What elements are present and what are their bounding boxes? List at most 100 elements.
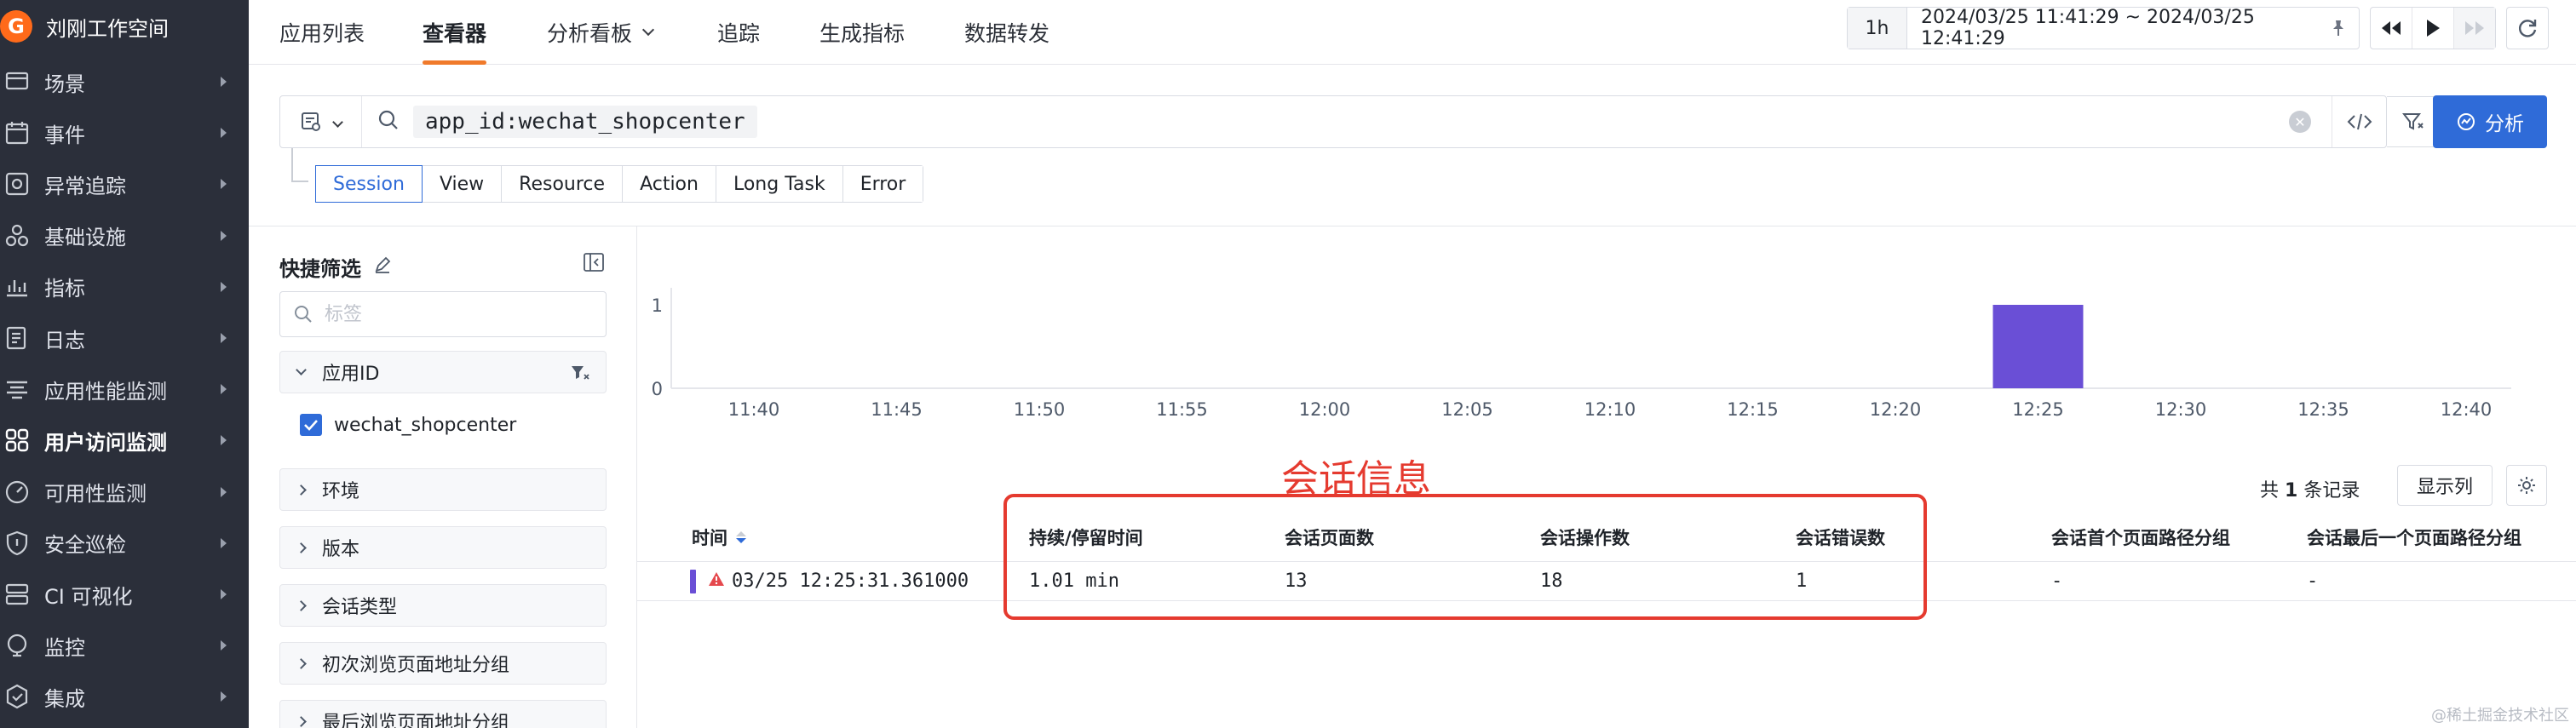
tab-app-list[interactable]: 应用列表 (279, 0, 365, 65)
facet-app-id[interactable]: 应用ID (279, 351, 607, 393)
checkbox-checked[interactable] (300, 414, 322, 436)
workspace-switcher[interactable]: G 刘刚工作空间 (0, 0, 249, 53)
search-icon (294, 305, 313, 324)
code-mode-button[interactable] (2332, 96, 2386, 147)
explorer-main: 0 1 11:40 11:45 11:50 11:55 12:00 12:05 12:10 12:… (637, 226, 2576, 728)
sidebar-item-label: 异常追踪 (44, 174, 126, 198)
sidebar-item-label: 监控 (44, 635, 85, 660)
sidebar-item-label: 集成 (44, 686, 85, 711)
data-type-tabs: Session View Resource Action Long Task E… (315, 165, 924, 203)
facet-environment[interactable]: 环境 (279, 468, 607, 511)
record-count: 共 1 条记录 (2260, 480, 2360, 502)
type-tab-session[interactable]: Session (315, 165, 423, 203)
ci-icon (3, 581, 31, 608)
sidebar-item-label: 可用性监测 (44, 482, 147, 507)
facet-option-app-id[interactable]: wechat_shopcenter (300, 414, 516, 436)
clear-filter-icon[interactable] (570, 364, 590, 387)
search-icon (377, 109, 400, 135)
clear-icon[interactable]: ✕ (2289, 111, 2311, 133)
type-tab-action[interactable]: Action (623, 166, 716, 202)
check-icon (304, 420, 318, 431)
sidebar-item-monitor[interactable]: 监控 (0, 620, 249, 671)
x-tick-label: 12:00 (1299, 399, 1351, 420)
sort-icon[interactable] (736, 530, 746, 543)
type-tab-error[interactable]: Error (842, 166, 923, 202)
sidebar-item-apm[interactable]: 应用性能监测 (0, 364, 249, 415)
metric-icon (3, 273, 31, 301)
facet-last-page-group[interactable]: 最后浏览页面地址分组 (279, 700, 607, 728)
column-header-first-page-group[interactable]: 会话首个页面路径分组 (2051, 513, 2230, 561)
settings-button[interactable] (2506, 465, 2547, 506)
chevron-right-icon (221, 640, 227, 651)
tab-data-forwarding[interactable]: 数据转发 (964, 0, 1049, 65)
x-tick-label: 12:15 (1727, 399, 1779, 420)
sidebar-item-dial[interactable]: 可用性监测 (0, 467, 249, 518)
collapse-panel-icon[interactable] (583, 252, 605, 276)
column-header-time[interactable]: 时间 (692, 513, 746, 561)
facet-first-page-group[interactable]: 初次浏览页面地址分组 (279, 642, 607, 685)
time-range-text: 2024/03/25 11:41:29 ~ 2024/03/25 12:41:2… (1921, 7, 2255, 49)
refresh-icon (2518, 20, 2537, 37)
sidebar-item-log[interactable]: 日志 (0, 312, 249, 364)
refresh-button[interactable] (2506, 7, 2549, 49)
tab-tracing[interactable]: 追踪 (717, 0, 760, 65)
column-header-last-page-group[interactable]: 会话最后一个页面路径分组 (2307, 513, 2521, 561)
chevron-right-icon (296, 715, 307, 727)
chevron-right-icon (221, 230, 227, 241)
x-tick-label: 11:50 (1014, 399, 1066, 420)
chevron-down-icon (296, 364, 307, 375)
edit-icon[interactable] (373, 255, 392, 279)
type-tab-long-task[interactable]: Long Task (716, 166, 843, 202)
query-mode-selector[interactable] (280, 96, 362, 147)
sidebar-item-cluster[interactable]: 基础设施 (0, 210, 249, 261)
chevron-right-icon (221, 77, 227, 87)
sidebar-item-metric[interactable]: 指标 (0, 261, 249, 312)
workspace-name: 刘刚工作空间 (46, 16, 169, 41)
tab-generate-metrics[interactable]: 生成指标 (819, 0, 905, 65)
type-tab-resource[interactable]: Resource (502, 166, 624, 202)
brand-logo: G (0, 10, 32, 43)
sidebar-item-ci[interactable]: CI 可视化 (0, 569, 249, 620)
gear-icon (2518, 477, 2535, 494)
chevron-right-icon (296, 657, 307, 669)
tab-explorer[interactable]: 查看器 (423, 0, 487, 65)
row-status-bar (690, 569, 696, 593)
facet-session-type[interactable]: 会话类型 (279, 584, 607, 627)
query-input[interactable]: app_id:wechat_shopcenter ✕ (279, 95, 2387, 148)
code-icon (2347, 113, 2372, 130)
tag-search-input[interactable] (325, 303, 580, 325)
cluster-icon (3, 222, 31, 249)
query-filter-chip[interactable]: app_id:wechat_shopcenter (413, 106, 757, 138)
sidebar-item-bug[interactable]: 异常追踪 (0, 158, 249, 209)
sidebar-item-shield[interactable]: 安全巡检 (0, 518, 249, 569)
y-tick-label: 1 (652, 295, 663, 316)
cell-time: 03/25 12:25:31.361000 (732, 570, 969, 592)
x-tick-label: 12:20 (1870, 399, 1922, 420)
sidebar-item-label: 事件 (44, 123, 85, 147)
sidebar-item-calendar[interactable]: 事件 (0, 107, 249, 158)
tag-search-field[interactable] (279, 291, 607, 337)
chevron-down-icon (332, 116, 343, 128)
pin-icon[interactable] (2318, 18, 2359, 38)
x-tick-label: 12:10 (1584, 399, 1636, 420)
tab-analysis-dashboard[interactable]: 分析看板 (547, 0, 655, 65)
show-columns-button[interactable]: 显示列 (2397, 465, 2493, 506)
dial-icon (3, 479, 31, 506)
play-button[interactable] (2412, 8, 2454, 49)
advanced-filter-button[interactable] (2387, 96, 2440, 147)
facet-version[interactable]: 版本 (279, 526, 607, 569)
type-tab-view[interactable]: View (422, 166, 503, 202)
analyze-button[interactable]: 分析 (2433, 95, 2547, 148)
play-icon (2427, 20, 2440, 37)
sidebar-item-scene[interactable]: 场景 (0, 56, 249, 107)
fast-forward-button[interactable] (2454, 8, 2495, 49)
sidebar-item-integration[interactable]: 集成 (0, 671, 249, 722)
sidebar-item-label: CI 可视化 (44, 584, 133, 609)
x-tick-label: 11:55 (1156, 399, 1208, 420)
rewind-button[interactable] (2371, 8, 2412, 49)
shield-icon (3, 530, 31, 557)
quick-range-button[interactable]: 1h (1848, 8, 1907, 49)
sidebar-item-label: 场景 (44, 72, 85, 96)
time-range-picker[interactable]: 1h 2024/03/25 11:41:29 ~ 2024/03/25 12:4… (1847, 7, 2360, 49)
sidebar-item-rum[interactable]: 用户访问监测 (0, 415, 249, 466)
